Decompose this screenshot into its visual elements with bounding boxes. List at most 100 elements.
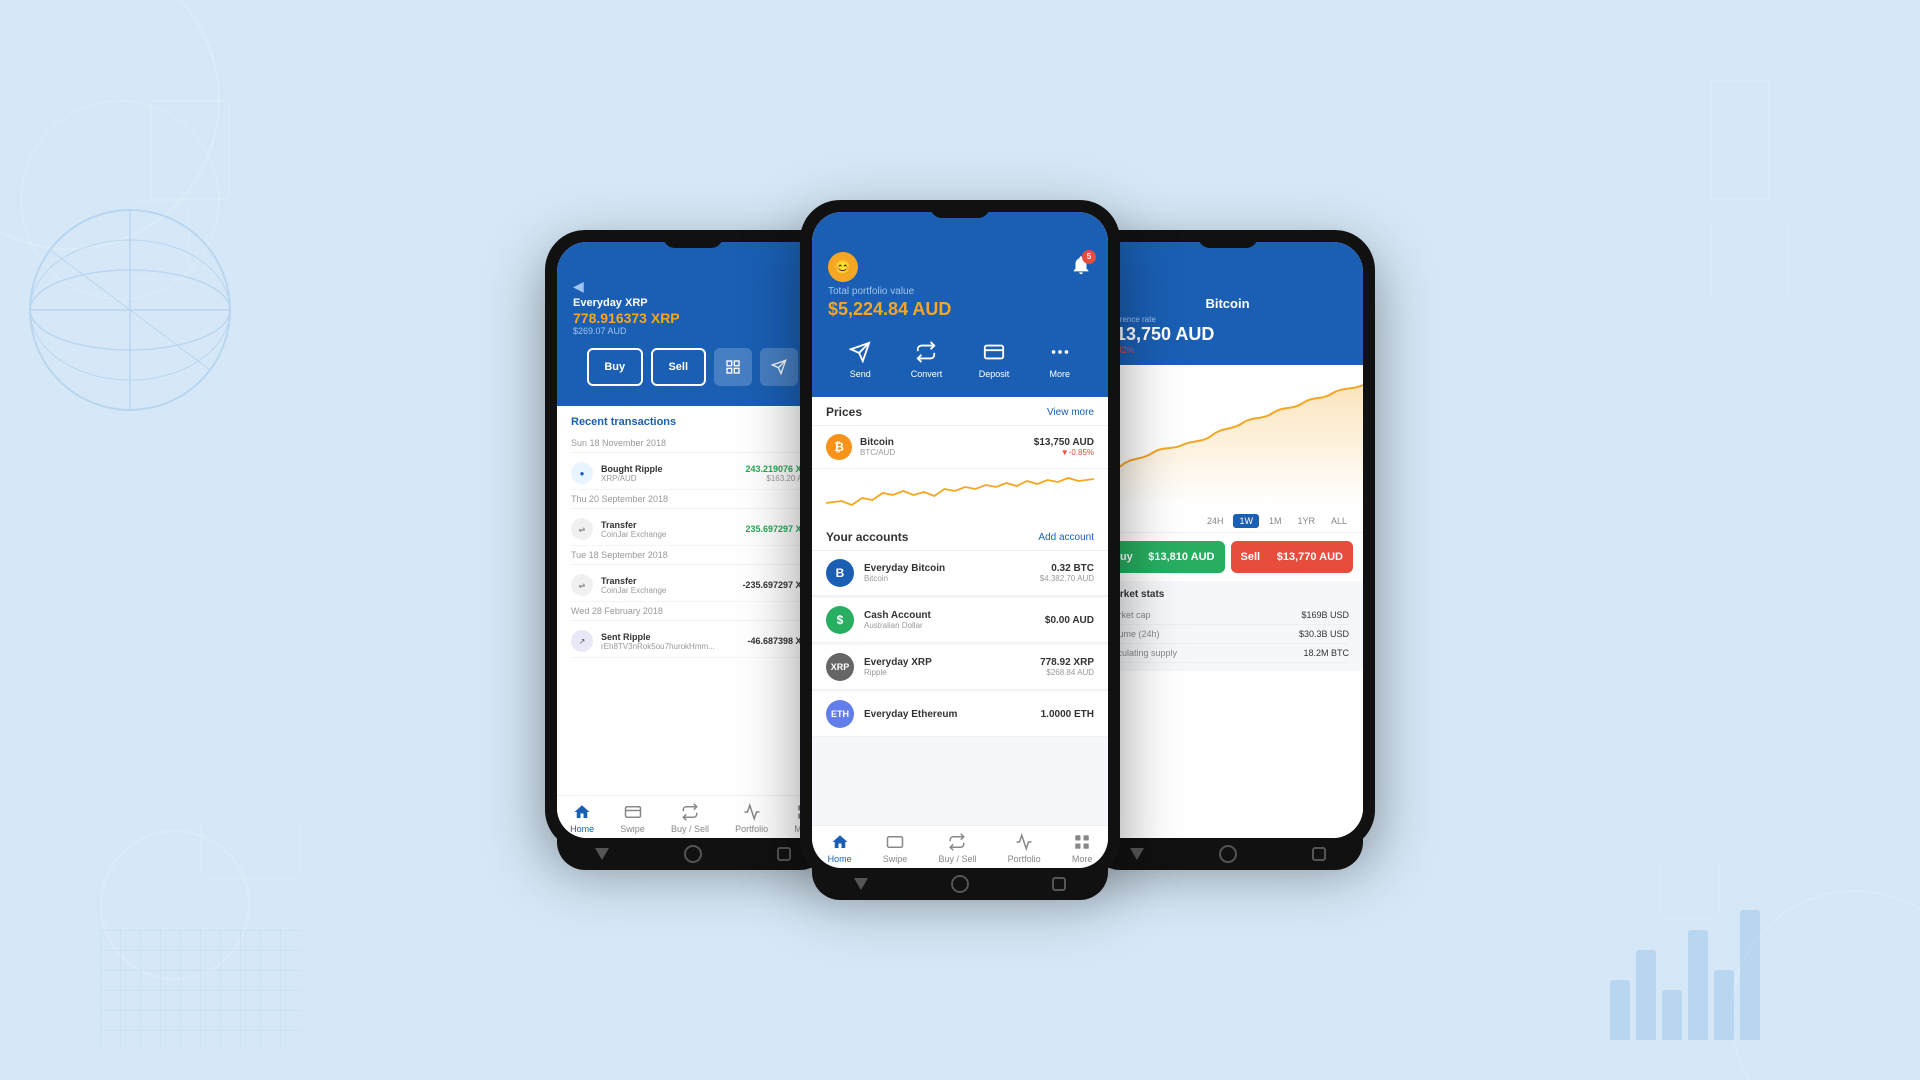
- list-item[interactable]: XRP Everyday XRP Ripple 778.92 XRP $268.…: [812, 645, 1108, 690]
- send-button[interactable]: [760, 348, 798, 386]
- user-avatar[interactable]: 😊: [828, 252, 858, 282]
- android-recents[interactable]: [777, 847, 791, 861]
- action-bar: Send Convert Deposit: [828, 328, 1092, 383]
- tx-name: Sent Ripple: [601, 632, 747, 642]
- tx-sub: rEh8TV3nRok5ou7hurokHmm...: [601, 642, 747, 651]
- acct-right: 778.92 XRP $268.84 AUD: [1040, 657, 1094, 677]
- tab-24h[interactable]: 24H: [1201, 514, 1230, 528]
- price-info-container: reference rate $13,750 AUD -0.82%: [1106, 315, 1349, 355]
- list-item[interactable]: B Everyday Bitcoin Bitcoin 0.32 BTC $4,3…: [812, 551, 1108, 596]
- show-button[interactable]: [714, 348, 752, 386]
- market-stats-title: Market stats: [1106, 589, 1349, 600]
- more-icon-c: [1072, 832, 1092, 852]
- right-back-icon[interactable]: ◀: [1106, 278, 1349, 294]
- buy-sell-row: Buy Sell: [573, 342, 812, 394]
- center-screen: 😊 5 Total portfolio value $5,224.84 AUD …: [812, 212, 1108, 868]
- center-content: Prices View more ₿ Bitcoin BTC/AUD $13,7…: [812, 397, 1108, 825]
- android-home-c[interactable]: [951, 875, 969, 893]
- tx-info: Transfer CoinJar Exchange: [601, 520, 745, 539]
- tx-name: Transfer: [601, 576, 742, 586]
- send-label: Send: [850, 369, 871, 379]
- transaction-section: Recent transactions Sun 18 November 2018…: [557, 406, 828, 668]
- center-app-nav: Home Swipe Buy / Sell: [812, 825, 1108, 868]
- nav-portfolio-c[interactable]: Portfolio: [1008, 832, 1041, 864]
- android-recents-r[interactable]: [1312, 847, 1326, 861]
- acct-crypto: 0.32 BTC: [1040, 563, 1094, 574]
- android-home-r[interactable]: [1219, 845, 1237, 863]
- right-screen: ◀ Bitcoin reference rate $13,750 AUD -0.…: [1092, 242, 1363, 838]
- convert-action[interactable]: Convert: [911, 338, 943, 379]
- portfolio-icon-c: [1014, 832, 1034, 852]
- android-home[interactable]: [684, 845, 702, 863]
- deposit-action[interactable]: Deposit: [979, 338, 1010, 379]
- stat-volume: Volume (24h) $30.3B USD: [1106, 625, 1349, 644]
- table-row: ● Bought Ripple XRP/AUD 243.219076 XRP $…: [571, 457, 814, 490]
- center-notch: [930, 200, 990, 218]
- sell-trade-btn[interactable]: Sell $13,770 AUD: [1231, 541, 1354, 573]
- nav-home-c[interactable]: Home: [828, 832, 852, 864]
- buy-trade-btn[interactable]: Buy $13,810 AUD: [1102, 541, 1225, 573]
- tab-1yr[interactable]: 1YR: [1291, 514, 1321, 528]
- buysell-nav-label: Buy / Sell: [938, 854, 976, 864]
- btc-price-row[interactable]: ₿ Bitcoin BTC/AUD $13,750 AUD ▼-0.85%: [812, 426, 1108, 469]
- stat-value-supply: 18.2M BTC: [1303, 648, 1349, 658]
- tab-1w[interactable]: 1W: [1233, 514, 1259, 528]
- right-coin-title-container: Bitcoin: [1106, 296, 1349, 311]
- acct-name: Everyday XRP: [864, 657, 1040, 668]
- more-action[interactable]: More: [1046, 338, 1074, 379]
- more-nav-label: More: [1072, 854, 1093, 864]
- android-back[interactable]: [595, 848, 609, 860]
- home-icon-c: [830, 832, 850, 852]
- tx-info: Bought Ripple XRP/AUD: [601, 464, 745, 483]
- tx-name: Bought Ripple: [601, 464, 745, 474]
- add-account-btn[interactable]: Add account: [1038, 532, 1094, 543]
- acct-name: Everyday Bitcoin: [864, 563, 1040, 574]
- ref-price: $13,750 AUD: [1106, 324, 1349, 345]
- right-phone: ◀ Bitcoin reference rate $13,750 AUD -0.…: [1080, 230, 1375, 850]
- acct-right: 0.32 BTC $4,382.70 AUD: [1040, 563, 1094, 583]
- trade-buttons: Buy $13,810 AUD Sell $13,770 AUD: [1092, 533, 1363, 581]
- nav-portfolio[interactable]: Portfolio: [735, 802, 768, 834]
- convert-action-icon: [912, 338, 940, 366]
- buy-button[interactable]: Buy: [587, 348, 643, 386]
- tx-info: Sent Ripple rEh8TV3nRok5ou7hurokHmm...: [601, 632, 747, 651]
- sell-button[interactable]: Sell: [651, 348, 707, 386]
- list-item[interactable]: ETH Everyday Ethereum 1.0000 ETH: [812, 692, 1108, 737]
- cash-acct-icon: $: [826, 606, 854, 634]
- tx-transfer-icon: ⇌: [571, 518, 593, 540]
- nav-buysell-c[interactable]: Buy / Sell: [938, 832, 976, 864]
- deposit-action-icon: [980, 338, 1008, 366]
- btc-price-info: Bitcoin BTC/AUD: [860, 437, 1034, 457]
- send-action[interactable]: Send: [846, 338, 874, 379]
- tab-1m[interactable]: 1M: [1263, 514, 1288, 528]
- accounts-header: Your accounts Add account: [812, 522, 1108, 551]
- nav-swipe-c[interactable]: Swipe: [883, 832, 908, 864]
- buysell-icon-c: [947, 832, 967, 852]
- tx-info: Transfer CoinJar Exchange: [601, 576, 742, 595]
- nav-more-c[interactable]: More: [1072, 832, 1093, 864]
- price-chart: [1092, 365, 1363, 505]
- acct-right: 1.0000 ETH: [1041, 709, 1094, 720]
- sparkline-chart: [826, 473, 1094, 511]
- account-name: Everyday XRP: [573, 297, 812, 309]
- nav-home[interactable]: Home: [570, 802, 594, 834]
- btc-coin-icon: ₿: [826, 434, 852, 460]
- android-recents-c[interactable]: [1052, 877, 1066, 891]
- view-more-btn[interactable]: View more: [1047, 407, 1094, 418]
- nav-buysell[interactable]: Buy / Sell: [671, 802, 709, 834]
- list-item[interactable]: $ Cash Account Australian Dollar $0.00 A…: [812, 598, 1108, 643]
- nav-swipe[interactable]: Swipe: [620, 802, 645, 834]
- notification-bell[interactable]: 5: [1070, 254, 1092, 281]
- coin-price: $13,750 AUD: [1034, 437, 1094, 448]
- tx-sub: CoinJar Exchange: [601, 586, 742, 595]
- center-phone: 😊 5 Total portfolio value $5,224.84 AUD …: [800, 200, 1120, 880]
- left-app-nav: Home Swipe Buy / Sell: [557, 795, 828, 838]
- acct-info: Everyday Ethereum: [864, 709, 1041, 720]
- tab-all[interactable]: ALL: [1325, 514, 1353, 528]
- android-back-r[interactable]: [1130, 848, 1144, 860]
- tx-transfer-out-icon: ⇌: [571, 574, 593, 596]
- android-back-c[interactable]: [854, 878, 868, 890]
- coin-pair: BTC/AUD: [860, 448, 1034, 457]
- home-nav-label: Home: [828, 854, 852, 864]
- back-icon[interactable]: ◀: [573, 278, 812, 295]
